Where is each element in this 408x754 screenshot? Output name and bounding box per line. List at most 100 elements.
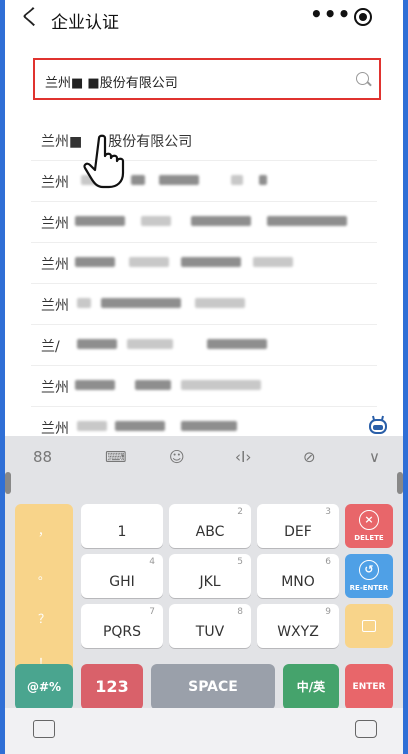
blurred-text <box>195 298 245 308</box>
key-main: MNO <box>281 574 315 590</box>
result-label: 兰/ <box>41 339 60 355</box>
blurred-text <box>77 421 107 431</box>
keyboard-plugin-icon[interactable] <box>367 414 389 436</box>
keyboard-icon[interactable]: ⌨ <box>105 448 127 466</box>
chevron-down-icon[interactable]: ∨ <box>369 448 380 466</box>
key-jkl[interactable]: 5 JKL <box>169 554 251 598</box>
numbers-key[interactable]: 123 <box>81 664 143 710</box>
language-key[interactable]: 中/英 <box>283 664 339 710</box>
search-value: 兰州■ ■股份有限公司 <box>45 76 178 91</box>
punctuation-column[interactable]: ， 。 ？ ！ <box>15 504 73 688</box>
header-bar: く 企业认证 ••• <box>5 0 403 40</box>
result-label: 兰州 <box>41 298 69 314</box>
list-item[interactable]: 兰州 <box>31 366 377 407</box>
key-ghi[interactable]: 4 GHI <box>81 554 163 598</box>
key-main: 1 <box>117 524 127 540</box>
result-label: 兰州 <box>41 380 69 396</box>
key-mno[interactable]: 6 MNO <box>257 554 339 598</box>
blurred-text <box>75 257 115 267</box>
key-main: JKL <box>199 574 221 590</box>
delete-label: DELETE <box>354 534 384 542</box>
key-sub: 6 <box>325 557 331 567</box>
result-label: 兰州 <box>41 216 69 232</box>
blurred-text <box>75 380 115 390</box>
key-1[interactable]: 1 <box>81 504 163 548</box>
list-item[interactable]: 兰州 <box>31 202 377 243</box>
blurred-text <box>141 216 171 226</box>
keyboard-toolbar: 88 ⌨ ☺ ‹I› ⊘ ∨ <box>5 436 403 480</box>
emoji-icon[interactable]: ☺ <box>169 448 185 466</box>
blank-key[interactable] <box>345 604 393 648</box>
blurred-text <box>75 216 125 226</box>
company-result-list: 兰州■ 股份有限公司 兰州 兰州 兰州 兰州 兰/ 兰州 兰州 <box>5 120 403 448</box>
system-bottom-bar <box>5 708 403 754</box>
key-sub: 5 <box>237 557 243 567</box>
key-tuv[interactable]: 8 TUV <box>169 604 251 648</box>
blurred-text <box>131 175 145 185</box>
list-item[interactable]: 兰/ <box>31 325 377 366</box>
pointing-hand-icon <box>83 134 125 189</box>
key-abc[interactable]: 2 ABC <box>169 504 251 548</box>
key-sub: 7 <box>149 607 155 617</box>
blurred-text <box>181 380 261 390</box>
key-main: PQRS <box>102 624 142 640</box>
reenter-icon: ↺ <box>359 560 379 580</box>
key-sub: 9 <box>325 607 331 617</box>
blurred-text <box>127 339 173 349</box>
key-wxyz[interactable]: 9 WXYZ <box>257 604 339 648</box>
blurred-text <box>181 421 237 431</box>
list-item[interactable]: 兰州 <box>31 243 377 284</box>
close-miniprogram-icon[interactable] <box>354 8 372 26</box>
punct-period[interactable]: 。 <box>15 566 73 583</box>
blurred-text <box>253 257 293 267</box>
clipboard-icon[interactable] <box>355 720 377 738</box>
result-label: 兰州 <box>41 421 69 437</box>
search-input[interactable]: 兰州■ ■股份有限公司 <box>33 58 381 100</box>
key-def[interactable]: 3 DEF <box>257 504 339 548</box>
punct-comma[interactable]: ， <box>15 522 73 539</box>
back-arrow-icon[interactable]: く <box>19 6 41 32</box>
result-label: 兰州 <box>41 257 69 273</box>
key-main: TUV <box>195 624 225 640</box>
reenter-label: RE-ENTER <box>349 584 389 592</box>
blurred-text <box>101 298 181 308</box>
blurred-text <box>115 421 165 431</box>
blurred-text <box>207 339 267 349</box>
key-sub: 2 <box>237 507 243 517</box>
blurred-text <box>267 216 347 226</box>
reenter-key[interactable]: ↺ RE-ENTER <box>345 554 393 598</box>
more-options-icon[interactable]: ••• <box>310 2 351 26</box>
delete-key[interactable]: × DELETE <box>345 504 393 548</box>
blurred-text <box>159 175 199 185</box>
blank-key-icon <box>362 620 376 632</box>
enter-key[interactable]: ENTER <box>345 664 393 710</box>
search-icon[interactable] <box>356 72 369 85</box>
key-pqrs[interactable]: 7 PQRS <box>81 604 163 648</box>
key-main: ABC <box>195 524 225 540</box>
delete-icon: × <box>359 510 379 530</box>
list-item[interactable]: 兰州 <box>31 284 377 325</box>
blurred-text <box>129 257 169 267</box>
blurred-text <box>191 216 251 226</box>
key-sub: 8 <box>237 607 243 617</box>
left-drag-handle[interactable] <box>5 472 11 494</box>
result-label: 兰州 <box>41 175 69 191</box>
link-icon[interactable]: ⊘ <box>303 448 316 466</box>
page-title: 企业认证 <box>51 13 119 33</box>
key-main: WXYZ <box>277 624 319 640</box>
blurred-text <box>77 298 91 308</box>
key-sub: 4 <box>149 557 155 567</box>
right-drag-handle[interactable] <box>397 472 403 494</box>
key-sub: 3 <box>325 507 331 517</box>
grid-icon[interactable]: 88 <box>33 448 52 466</box>
blurred-text <box>231 175 243 185</box>
space-key[interactable]: SPACE <box>151 664 275 710</box>
blurred-text <box>135 380 171 390</box>
cursor-icon[interactable]: ‹I› <box>235 448 251 466</box>
punct-question[interactable]: ？ <box>15 610 73 627</box>
keyboard-switch-icon[interactable] <box>33 720 55 738</box>
keyboard: 88 ⌨ ☺ ‹I› ⊘ ∨ ， 。 ？ ！ 1 2 ABC 3 DEF 4 G… <box>5 436 403 754</box>
key-main: GHI <box>109 574 135 590</box>
blurred-text <box>77 339 117 349</box>
symbols-key[interactable]: @#% <box>15 664 73 710</box>
